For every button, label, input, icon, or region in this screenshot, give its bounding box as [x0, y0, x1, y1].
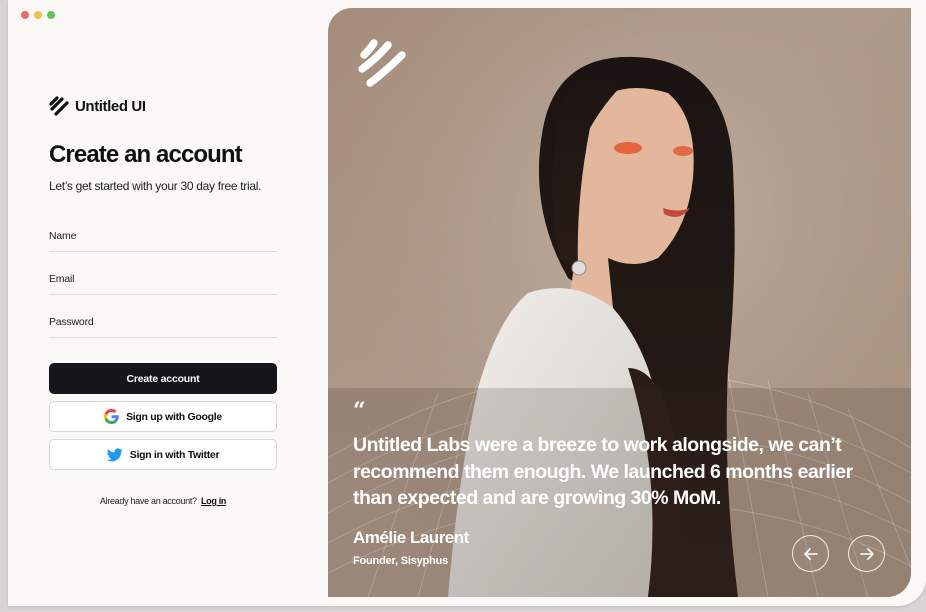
login-prompt: Already have an account? Log in: [49, 496, 277, 506]
testimonial-panel: “ Untitled Labs were a breeze to work al…: [328, 8, 911, 597]
brand-logo[interactable]: Untitled UI: [49, 96, 146, 116]
twitter-button-label: Sign in with Twitter: [129, 448, 220, 461]
page-subtitle: Let’s get started with your 30 day free …: [49, 179, 262, 193]
arrow-left-icon: [803, 547, 818, 560]
testimonial-quote: Untitled Labs were a breeze to work alon…: [353, 434, 853, 509]
next-testimonial-button[interactable]: [848, 535, 885, 572]
twitter-icon: [106, 447, 123, 461]
testimonial-role: Founder, Sisyphus: [353, 555, 449, 567]
logo-mark-icon: [358, 39, 406, 87]
logo-mark-icon: [49, 96, 69, 116]
page-title: Create an account: [49, 141, 243, 168]
testimonial-author: Amélie Laurent: [353, 528, 469, 547]
minimize-window-button[interactable]: [34, 11, 42, 19]
app-window: Untitled UI Create an account Let’s get …: [8, 0, 926, 606]
google-icon: [104, 409, 119, 424]
create-account-button[interactable]: Create account: [49, 363, 277, 394]
google-signup-button[interactable]: Sign up with Google: [49, 401, 277, 432]
name-field: Name: [49, 228, 277, 252]
previous-testimonial-button[interactable]: [792, 535, 829, 572]
close-window-button[interactable]: [21, 11, 29, 19]
password-input[interactable]: [49, 314, 277, 337]
twitter-signin-button[interactable]: Sign in with Twitter: [49, 439, 277, 470]
password-field: Password: [49, 314, 277, 338]
arrow-right-icon: [859, 547, 874, 560]
email-field: Email: [49, 271, 277, 295]
email-input[interactable]: [49, 271, 277, 294]
name-input[interactable]: [49, 228, 277, 251]
login-prompt-text: Already have an account?: [99, 496, 197, 506]
google-button-label: Sign up with Google: [126, 410, 222, 423]
login-link[interactable]: Log in: [201, 496, 227, 506]
signup-panel: Untitled UI Create an account Let’s get …: [49, 0, 278, 606]
quote-mark: “: [353, 398, 366, 424]
brand-name: Untitled UI: [75, 97, 146, 115]
